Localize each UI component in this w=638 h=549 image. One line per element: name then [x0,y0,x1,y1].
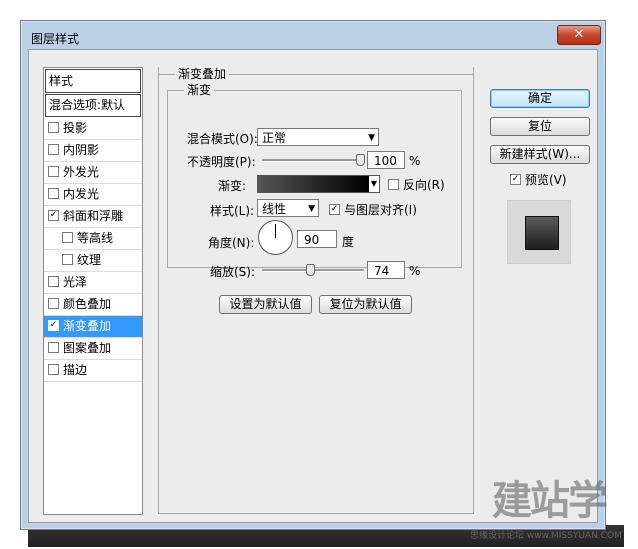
sidebar-item-label: 颜色叠加 [63,297,112,311]
sidebar-item-label: 内发光 [63,187,100,201]
chevron-down-icon: ▼ [308,204,315,214]
angle-value: 90 [304,233,320,247]
chevron-down-icon: ▼ [370,179,378,188]
sidebar-item[interactable]: ✓ 斜面和浮雕 [44,206,142,228]
align-label: 与图层对齐(I) [344,203,417,217]
angle-dial[interactable] [258,220,293,255]
checkbox-icon[interactable] [48,166,59,177]
scale-unit: % [409,264,421,278]
layer-style-dialog: 图层样式 ✕ 样式 混合选项:默认 投影内阴影外发光内发光 ✓ 斜面和浮雕等高线纹理… [20,20,606,530]
checkbox-icon[interactable] [48,276,59,287]
opacity-slider-thumb[interactable] [356,154,365,166]
close-icon: ✕ [573,27,585,42]
scale-label: 缩放(S): [210,265,256,279]
reverse-checkbox[interactable]: 反向(R) [388,176,445,193]
style-preview [507,200,571,264]
sidebar-item[interactable]: 描边 [44,360,142,382]
sidebar-item[interactable]: 外发光 [44,162,142,184]
chevron-down-icon: ▼ [368,133,375,143]
blend-options-item[interactable]: 混合选项:默认 [45,94,141,117]
checkbox-icon[interactable] [48,188,59,199]
preview-swatch [525,216,559,250]
gradient-picker[interactable] [257,175,371,193]
gradient-dropdown-button[interactable]: ▼ [369,175,380,193]
angle-label: 角度(N): [208,236,255,250]
sidebar-item[interactable]: 图案叠加 [44,338,142,360]
gradient-group-title: 渐变 [184,81,215,98]
dialog-body: 样式 混合选项:默认 投影内阴影外发光内发光 ✓ 斜面和浮雕等高线纹理光泽颜色叠加 ✓… [28,49,598,523]
reset-to-default-button[interactable]: 复位为默认值 [319,295,412,314]
opacity-value: 100 [374,154,397,168]
sidebar-item[interactable]: 等高线 [44,228,142,250]
opacity-input[interactable]: 100 [367,151,405,169]
sidebar-item-label: 斜面和浮雕 [63,209,124,223]
align-check-icon[interactable]: ✓ [329,204,340,215]
checkbox-icon[interactable] [62,232,73,243]
sidebar-item-label: 渐变叠加 [63,319,112,333]
sidebar-item-label: 纹理 [77,253,102,267]
sidebar-item[interactable]: 内发光 [44,184,142,206]
sidebar-item[interactable]: 内阴影 [44,140,142,162]
sidebar-item-label: 投影 [63,121,88,135]
make-default-button[interactable]: 设置为默认值 [219,295,312,314]
checkbox-icon[interactable] [62,254,73,265]
angle-input[interactable]: 90 [297,230,337,248]
close-button[interactable]: ✕ [557,25,601,45]
scale-slider-thumb[interactable] [306,264,315,276]
gradient-label: 渐变: [218,179,247,193]
sidebar-item-label: 外发光 [63,165,100,179]
checkbox-icon[interactable]: ✓ [48,320,59,331]
checkbox-icon[interactable] [48,298,59,309]
reverse-label: 反向(R) [403,178,445,192]
sidebar-item-label: 描边 [63,363,88,377]
ok-button[interactable]: 确定 [490,89,590,108]
angle-needle [275,224,276,238]
watermark-logo: 建站学 [492,478,608,524]
align-with-layer-checkbox[interactable]: ✓ 与图层对齐(I) [329,201,417,218]
blend-mode-label: 混合模式(O): [187,132,258,146]
checkbox-icon[interactable] [48,122,59,133]
angle-unit: 度 [342,235,355,249]
dialog-title: 图层样式 [31,32,80,46]
opacity-unit: % [409,154,421,168]
sidebar-item[interactable]: 投影 [44,118,142,140]
sidebar-item[interactable]: 光泽 [44,272,142,294]
preview-checkbox[interactable]: ✓ 预览(V) [510,171,567,188]
reset-button[interactable]: 复位 [490,117,590,136]
opacity-slider-track[interactable] [262,159,364,162]
blend-mode-select[interactable]: 正常 ▼ [257,128,379,146]
checkbox-icon[interactable] [48,364,59,375]
sidebar-item[interactable]: 纹理 [44,250,142,272]
style-select[interactable]: 线性 ▼ [257,199,319,217]
opacity-label: 不透明度(P): [187,155,256,169]
checkbox-icon[interactable] [48,144,59,155]
styles-list: 样式 混合选项:默认 投影内阴影外发光内发光 ✓ 斜面和浮雕等高线纹理光泽颜色叠加 ✓… [43,67,143,515]
preview-label: 预览(V) [525,173,567,187]
sidebar-item-label: 光泽 [63,275,88,289]
sidebar-item-label: 图案叠加 [63,341,112,355]
sidebar-item-label: 内阴影 [63,143,100,157]
watermark-url: 思缘设计论坛 www.MISSYUAN.COM [470,531,622,541]
new-style-button[interactable]: 新建样式(W)... [490,145,590,164]
panel-title: 渐变叠加 [175,65,230,82]
sidebar-item[interactable]: ✓ 渐变叠加 [44,316,142,338]
blend-mode-value: 正常 [262,131,287,145]
checkbox-icon[interactable] [48,342,59,353]
scale-input[interactable]: 74 [367,261,405,279]
checkbox-icon[interactable]: ✓ [48,210,59,221]
scale-value: 74 [374,264,390,278]
style-value: 线性 [262,202,287,216]
sidebar-item-label: 等高线 [77,231,114,245]
style-label: 样式(L): [210,204,255,218]
title-bar[interactable]: 图层样式 ✕ [21,21,605,49]
preview-check-icon[interactable]: ✓ [510,174,521,185]
styles-header[interactable]: 样式 [45,69,141,93]
sidebar-item[interactable]: 颜色叠加 [44,294,142,316]
reverse-check-icon[interactable] [388,179,399,190]
